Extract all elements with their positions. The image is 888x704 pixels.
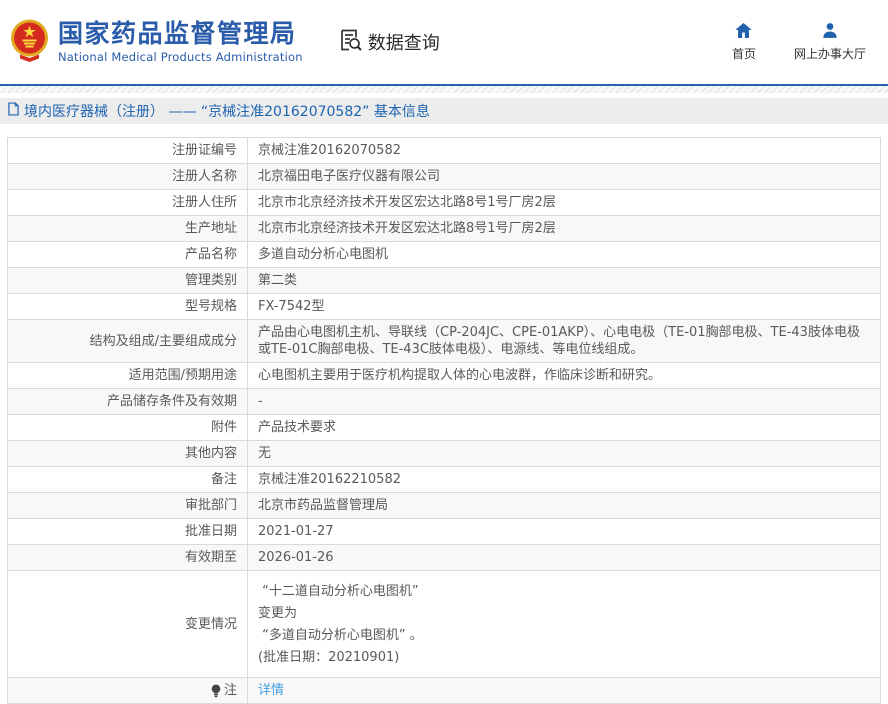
bulb-icon bbox=[211, 684, 221, 698]
row-label-text: 适用范围/预期用途 bbox=[129, 367, 237, 384]
table-row: 其他内容无 bbox=[8, 440, 880, 466]
row-value: 产品技术要求 bbox=[248, 415, 880, 440]
table-row: 适用范围/预期用途心电图机主要用于医疗机构提取人体的心电波群，作临床诊断和研究。 bbox=[8, 362, 880, 388]
row-label-text: 附件 bbox=[211, 419, 237, 436]
row-label: 型号规格 bbox=[8, 294, 248, 319]
site-header: 国家药品监督管理局 National Medical Products Admi… bbox=[0, 0, 888, 84]
row-label-text: 注册人名称 bbox=[172, 168, 237, 185]
table-row: 批准日期 2021-01-27 bbox=[8, 518, 880, 544]
row-label-text: 产品储存条件及有效期 bbox=[107, 393, 237, 410]
table-row: 生产地址北京市北京经济技术开发区宏达北路8号1号厂房2层 bbox=[8, 215, 880, 241]
row-value: 多道自动分析心电图机 bbox=[248, 242, 880, 267]
top-nav: 首页 网上办事大厅 bbox=[732, 23, 866, 62]
row-label: 批准日期 bbox=[8, 519, 248, 544]
row-value: 北京市北京经济技术开发区宏达北路8号1号厂房2层 bbox=[248, 190, 880, 215]
row-value: “十二道自动分析心电图机”变更为 “多道自动分析心电图机” 。(批准日期：202… bbox=[248, 571, 880, 677]
data-query-label: 数据查询 bbox=[368, 29, 440, 55]
person-icon bbox=[822, 23, 838, 41]
row-label-text: 产品名称 bbox=[185, 246, 237, 263]
row-value-line: “十二道自动分析心电图机” bbox=[258, 581, 870, 603]
agency-name-en: National Medical Products Administration bbox=[58, 50, 303, 64]
hatch-band bbox=[0, 86, 888, 93]
row-label: 附件 bbox=[8, 415, 248, 440]
table-row: 变更情况 “十二道自动分析心电图机”变更为 “多道自动分析心电图机” 。(批准日… bbox=[8, 570, 880, 677]
row-label: 注册人住所 bbox=[8, 190, 248, 215]
table-row: 注详情 bbox=[8, 677, 880, 703]
row-label-text: 其他内容 bbox=[185, 445, 237, 462]
table-row: 审批部门北京市药品监督管理局 bbox=[8, 492, 880, 518]
national-emblem-logo bbox=[10, 18, 49, 66]
row-label-text: 变更情况 bbox=[185, 616, 237, 633]
row-label-text: 型号规格 bbox=[185, 298, 237, 315]
home-icon bbox=[735, 23, 752, 41]
row-label: 有效期至 bbox=[8, 545, 248, 570]
row-value: 第二类 bbox=[248, 268, 880, 293]
data-query-tab[interactable]: 数据查询 bbox=[337, 27, 440, 58]
row-value: 京械注准20162070582 bbox=[248, 138, 880, 163]
row-label: 生产地址 bbox=[8, 216, 248, 241]
agency-name-cn: 国家药品监督管理局 bbox=[58, 20, 303, 48]
row-value: 北京福田电子医疗仪器有限公司 bbox=[248, 164, 880, 189]
table-row: 附件产品技术要求 bbox=[8, 414, 880, 440]
row-label: 结构及组成/主要组成成分 bbox=[8, 320, 248, 362]
row-label: 备注 bbox=[8, 467, 248, 492]
row-label: 管理类别 bbox=[8, 268, 248, 293]
row-label: 审批部门 bbox=[8, 493, 248, 518]
table-row: 型号规格 FX-7542型 bbox=[8, 293, 880, 319]
row-label-text: 注册人住所 bbox=[172, 194, 237, 211]
row-value-line: (批准日期：20210901) bbox=[258, 647, 870, 669]
row-value: 2021-01-27 bbox=[248, 519, 880, 544]
row-label: 注册人名称 bbox=[8, 164, 248, 189]
table-row: 结构及组成/主要组成成分产品由心电图机主机、导联线（CP-204JC、CPE-0… bbox=[8, 319, 880, 362]
table-row: 注册证编号京械注准20162070582 bbox=[8, 138, 880, 163]
nav-online-hall-label: 网上办事大厅 bbox=[794, 45, 866, 62]
table-row: 管理类别第二类 bbox=[8, 267, 880, 293]
table-row: 产品储存条件及有效期- bbox=[8, 388, 880, 414]
table-row: 产品名称多道自动分析心电图机 bbox=[8, 241, 880, 267]
row-value: 2026-01-26 bbox=[248, 545, 880, 570]
row-value: 北京市北京经济技术开发区宏达北路8号1号厂房2层 bbox=[248, 216, 880, 241]
row-value-line: 变更为 bbox=[258, 603, 870, 625]
table-row: 注册人住所北京市北京经济技术开发区宏达北路8号1号厂房2层 bbox=[8, 189, 880, 215]
row-label: 产品储存条件及有效期 bbox=[8, 389, 248, 414]
agency-brand[interactable]: 国家药品监督管理局 National Medical Products Admi… bbox=[10, 18, 303, 66]
row-value: 心电图机主要用于医疗机构提取人体的心电波群，作临床诊断和研究。 bbox=[248, 363, 880, 388]
row-label-text: 备注 bbox=[211, 471, 237, 488]
info-table: 注册证编号京械注准20162070582注册人名称北京福田电子医疗仪器有限公司注… bbox=[7, 137, 881, 704]
row-label-text: 注册证编号 bbox=[172, 142, 237, 159]
row-value-line: “多道自动分析心电图机” 。 bbox=[258, 625, 870, 647]
row-label: 变更情况 bbox=[8, 571, 248, 677]
table-row: 有效期至 2026-01-26 bbox=[8, 544, 880, 570]
row-value: 产品由心电图机主机、导联线（CP-204JC、CPE-01AKP）、心电电极（T… bbox=[248, 320, 880, 362]
row-value: - bbox=[248, 389, 880, 414]
table-row: 备注京械注准20162210582 bbox=[8, 466, 880, 492]
row-label-text: 管理类别 bbox=[185, 272, 237, 289]
row-value: 详情 bbox=[248, 678, 880, 703]
row-label: 注 bbox=[8, 678, 248, 703]
nav-home[interactable]: 首页 bbox=[732, 23, 756, 62]
row-label-text: 审批部门 bbox=[185, 497, 237, 514]
row-label: 注册证编号 bbox=[8, 138, 248, 163]
row-value: 北京市药品监督管理局 bbox=[248, 493, 880, 518]
table-row: 注册人名称北京福田电子医疗仪器有限公司 bbox=[8, 163, 880, 189]
row-label-text: 有效期至 bbox=[185, 549, 237, 566]
breadcrumb: 境内医疗器械（注册） —— “京械注准20162070582” 基本信息 bbox=[0, 98, 888, 124]
row-value: 京械注准20162210582 bbox=[248, 467, 880, 492]
breadcrumb-text: 境内医疗器械（注册） —— “京械注准20162070582” 基本信息 bbox=[24, 101, 430, 121]
nav-home-label: 首页 bbox=[732, 45, 756, 62]
data-query-icon bbox=[337, 27, 363, 58]
row-value: FX-7542型 bbox=[248, 294, 880, 319]
row-value: 无 bbox=[248, 441, 880, 466]
row-label: 产品名称 bbox=[8, 242, 248, 267]
row-label-text: 结构及组成/主要组成成分 bbox=[90, 333, 237, 350]
nav-online-hall[interactable]: 网上办事大厅 bbox=[794, 23, 866, 62]
row-label: 适用范围/预期用途 bbox=[8, 363, 248, 388]
row-label: 其他内容 bbox=[8, 441, 248, 466]
row-label-text: 批准日期 bbox=[185, 523, 237, 540]
document-icon bbox=[8, 102, 19, 120]
row-label-text: 生产地址 bbox=[185, 220, 237, 237]
